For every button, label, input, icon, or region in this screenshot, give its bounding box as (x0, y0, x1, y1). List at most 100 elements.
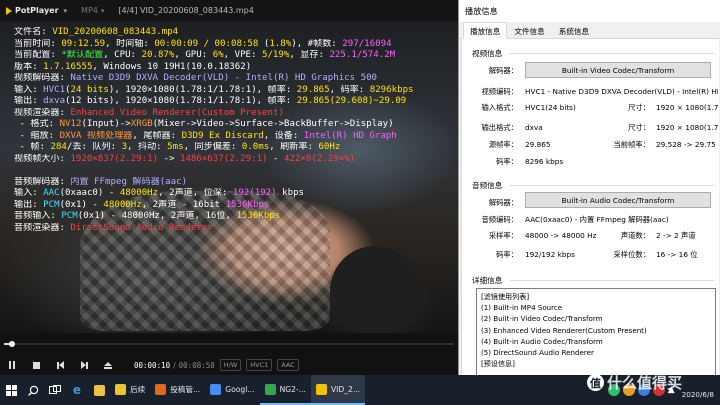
watermark-text: 什么值得买 (607, 374, 683, 392)
taskbar-app-button[interactable]: 投稿管... (150, 375, 205, 405)
format-label[interactable]: MP4 (81, 6, 98, 15)
output-format-label: 输出格式： (481, 123, 518, 132)
audio-codec-tag[interactable]: AAC (277, 359, 299, 371)
clock-date: 2020/6/8 (681, 390, 714, 399)
tab-panel: 视频信息 解码器： Built-in Video Codec/Transform… (461, 39, 719, 377)
osd-text: /丢: 队列: (66, 142, 122, 152)
osd-text: Native D3D9 DXVA Decoder(VLD) - Intel(R)… (70, 73, 378, 83)
filter-list-item: (2) Built-in Video Codec/Transform (481, 314, 603, 324)
audio-decoder-label: 解码器： (488, 198, 518, 207)
osd-text: , 同步偏差: (183, 142, 242, 152)
edge-icon: e (72, 383, 82, 397)
osd-text: 1536Kbps (225, 199, 270, 210)
edge-button[interactable]: e (66, 375, 88, 405)
tab-playback-info[interactable]: 播放信息 (463, 22, 508, 39)
osd-text: 09:12.59 (61, 38, 106, 49)
filter-list-item: (5) DirectSound Audio Renderer (481, 348, 594, 358)
previous-icon (56, 361, 64, 369)
osd-text: 版本: (14, 61, 44, 72)
osd-text: (Mixer->Video->Surface->BackBuffer->Disp… (152, 119, 394, 129)
osd-text: dxva (43, 96, 66, 106)
osd-text: PCM (43, 199, 60, 210)
video-codec-label: 视频编码： (481, 87, 518, 96)
explorer-button[interactable] (88, 375, 110, 405)
filter-list-item: (4) Built-in Audio Codec/Transform (481, 336, 603, 346)
zhi-logo-icon: 值 (587, 374, 604, 391)
filter-list-item: [滤镜使用列表] (481, 292, 530, 301)
channels-value: 2 -> 2 声道 (656, 231, 696, 240)
osd-text: (0x1) - (59, 199, 104, 210)
taskbar-app-button[interactable]: 后续 (110, 375, 150, 405)
taskbar-app-button[interactable]: VID_2... (310, 375, 366, 405)
osd-text: ( (258, 38, 270, 49)
taskbar-app-button[interactable]: Googl... (205, 375, 259, 405)
pause-button[interactable] (0, 355, 24, 375)
seek-bar[interactable] (0, 340, 458, 348)
video-section-title: 视频信息 (472, 49, 503, 58)
chevron-down-icon: ▾ (100, 6, 105, 15)
divider (510, 185, 714, 186)
audio-decoder-button[interactable]: Built-in Audio Codec/Transform (525, 192, 711, 208)
taskbar-apps: 后续 投稿管... Googl... NG2-... VID_2... (110, 375, 366, 405)
player-window[interactable]: PotPlayer ▾ MP4 ▾ [4/4] VID_20200608_083… (0, 0, 458, 375)
total-time: 00:08:58 (178, 360, 215, 370)
video-codec-tag[interactable]: HVC1 (246, 359, 273, 371)
osd-text: 输入: (14, 84, 44, 95)
osd-text: , VPE: (223, 50, 262, 60)
filter-list-item: [预设信息] (481, 359, 515, 369)
osd-text: , 2声道, 位深: (158, 188, 233, 198)
start-button[interactable] (0, 375, 22, 405)
app-name: PotPlayer (15, 6, 59, 15)
osd-text: 文件名: (14, 27, 53, 37)
osd-text: 音频解码器: (14, 176, 71, 187)
tab-system-info[interactable]: 系统信息 (552, 22, 596, 39)
osd-text: 音频输入: (14, 211, 62, 221)
osd-text: , 时间轴: (105, 38, 155, 49)
hw-decode-tag[interactable]: H/W (219, 359, 242, 371)
dialog-title: 播放信息 (465, 6, 498, 16)
filter-list-box[interactable]: [滤镜使用列表] (1) Built-in MP4 Source (2) Built… (476, 288, 716, 377)
dialog-titlebar[interactable]: 播放信息 (459, 0, 720, 22)
osd-text: 8296kbps (369, 84, 414, 95)
osd-line: 文件名: VID_20200608_083443.mp4 (14, 27, 454, 39)
tab-file-info[interactable]: 文件信息 (507, 22, 551, 39)
osd-text: 1536Kbps (236, 211, 281, 221)
osd-text: DirectSound Audio Renderer (70, 222, 213, 233)
taskbar-app-button[interactable]: NG2-... (259, 375, 311, 405)
task-view-icon (49, 385, 61, 394)
seek-track[interactable] (4, 343, 454, 345)
osd-text: ), #帧数: (291, 38, 343, 49)
osd-text: DXVA 视频处理器 (59, 130, 133, 141)
player-titlebar[interactable]: PotPlayer ▾ MP4 ▾ [4/4] VID_20200608_083… (0, 0, 458, 21)
search-button[interactable] (22, 375, 44, 405)
osd-line: 输入: HVC1(24 bits), 1920×1080(1.78:1/1.78… (14, 85, 454, 97)
taskbar-app-label: 投稿管... (170, 384, 201, 394)
player-controls: 00:00:10 / 00:08:58 H/W HVC1 AAC (0, 355, 458, 375)
audio-section-title: 音频信息 (472, 181, 503, 190)
osd-text: - 缩放: (14, 130, 60, 141)
osd-line (14, 165, 454, 177)
eject-button[interactable] (96, 355, 120, 375)
bit-depth-label: 采样位数： (613, 250, 650, 259)
divider (510, 280, 714, 281)
bit-depth-value: 16 -> 16 位 (656, 250, 698, 259)
osd-text: , 2声道 - 16bit (141, 199, 226, 210)
osd-text: 输入: (14, 188, 44, 198)
divider (510, 53, 714, 54)
task-view-button[interactable] (44, 375, 66, 405)
osd-line: 当前时间: 09:12.59, 时间轴: 00:00:09 / 00:08:58… (14, 39, 454, 51)
osd-text: 当前配置: (14, 50, 62, 60)
current-fps-value: 29.528 -> 29.75 (656, 140, 716, 149)
osd-text: 输出: (14, 96, 44, 106)
potplayer-logo-icon (6, 6, 12, 15)
osd-text: (0xaac0) - (59, 188, 120, 198)
potplayer-menu-button[interactable]: PotPlayer ▾ (0, 6, 67, 15)
clock[interactable]: 2020/6/8 (682, 381, 714, 399)
stop-button[interactable] (24, 355, 48, 375)
next-button[interactable] (72, 355, 96, 375)
osd-text: 视频帧大小: (14, 153, 71, 164)
seek-handle[interactable] (9, 341, 16, 347)
playback-info-dialog: 播放信息 播放信息 文件信息 系统信息 视频信息 解码器： Built-in V… (458, 0, 720, 377)
previous-button[interactable] (48, 355, 72, 375)
video-decoder-button[interactable]: Built-in Video Codec/Transform (525, 62, 711, 78)
